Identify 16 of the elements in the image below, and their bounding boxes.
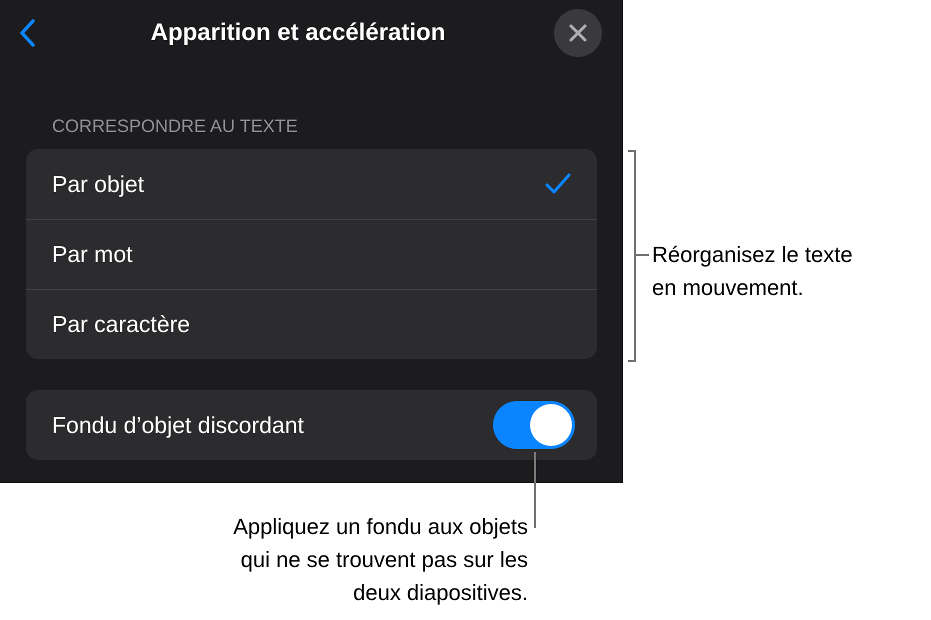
toggle-label: Fondu d’objet discordant [52,412,304,438]
close-icon [569,24,587,42]
option-row[interactable]: Par caractère [26,289,597,359]
callout-text: Appliquez un fondu aux objets qui ne se trouvent pas sur les deux diapositives. [233,513,528,607]
option-row[interactable]: Par objet [26,149,597,219]
callout-text: Réorganisez le texte en mouvement. [652,241,853,302]
close-button[interactable] [554,9,602,57]
option-label: Par caractère [52,311,190,338]
option-label: Par mot [52,241,133,268]
back-chevron-icon [19,19,35,47]
window-title: Apparition et accélération [150,19,446,47]
option-label: Par objet [52,170,144,198]
toggle-switch[interactable] [493,401,575,449]
option-row[interactable]: Par mot [26,219,597,289]
checkmark-icon [545,173,571,195]
section-label: CORRESPONDRE AU TEXTE [52,116,299,137]
